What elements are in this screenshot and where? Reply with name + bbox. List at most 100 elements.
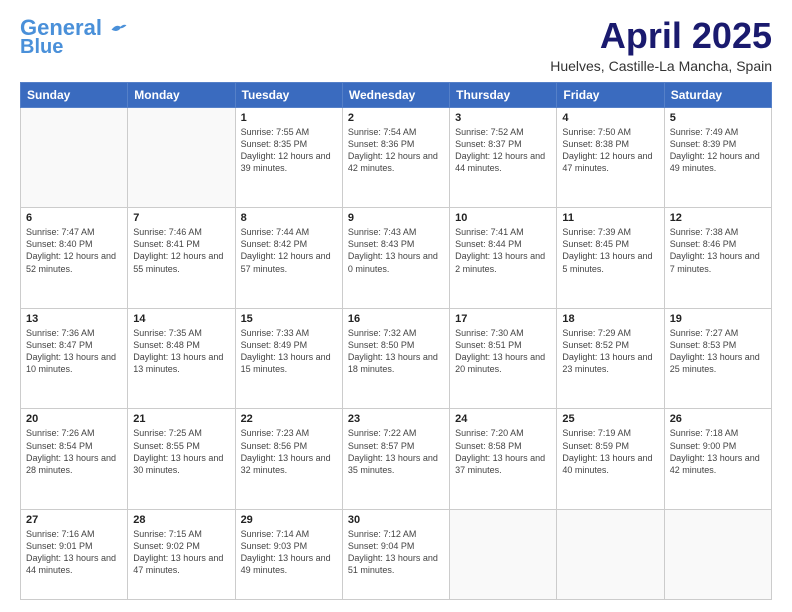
day-number: 16: [348, 313, 444, 325]
weekday-header-row: SundayMondayTuesdayWednesdayThursdayFrid…: [21, 82, 772, 107]
day-number: 29: [241, 514, 337, 526]
calendar-cell: [21, 107, 128, 208]
calendar-cell: [450, 509, 557, 599]
day-info: Sunrise: 7:15 AM Sunset: 9:02 PM Dayligh…: [133, 528, 229, 577]
calendar-cell: 15 Sunrise: 7:33 AM Sunset: 8:49 PM Dayli…: [235, 308, 342, 409]
calendar-cell: 5 Sunrise: 7:49 AM Sunset: 8:39 PM Daylig…: [664, 107, 771, 208]
calendar-page: General Blue April 2025 Huelves, Castill…: [0, 0, 792, 612]
day-number: 22: [241, 413, 337, 425]
day-info: Sunrise: 7:26 AM Sunset: 8:54 PM Dayligh…: [26, 427, 122, 476]
month-title: April 2025: [550, 16, 772, 56]
calendar-cell: 2Sunrise: 7:54 AM Sunset: 8:36 PM Daylig…: [342, 107, 449, 208]
day-info: Sunrise: 7:29 AM Sunset: 8:52 PM Dayligh…: [562, 327, 658, 376]
calendar-cell: 16Sunrise: 7:32 AM Sunset: 8:50 PM Dayli…: [342, 308, 449, 409]
logo-blue: Blue: [20, 36, 63, 58]
day-info: Sunrise: 7:22 AM Sunset: 8:57 PM Dayligh…: [348, 427, 444, 476]
calendar-cell: 21 Sunrise: 7:25 AM Sunset: 8:55 PM Dayli…: [128, 409, 235, 510]
calendar-cell: 18 Sunrise: 7:29 AM Sunset: 8:52 PM Dayli…: [557, 308, 664, 409]
calendar-cell: 20 Sunrise: 7:26 AM Sunset: 8:54 PM Dayli…: [21, 409, 128, 510]
day-info: Sunrise: 7:20 AM Sunset: 8:58 PM Dayligh…: [455, 427, 551, 476]
weekday-header-wednesday: Wednesday: [342, 82, 449, 107]
location-title: Huelves, Castille-La Mancha, Spain: [550, 58, 772, 74]
day-info: Sunrise: 7:52 AM Sunset: 8:37 PM Dayligh…: [455, 126, 551, 175]
day-info: Sunrise: 7:49 AM Sunset: 8:39 PM Dayligh…: [670, 126, 766, 175]
day-number: 30: [348, 514, 444, 526]
calendar-cell: 12 Sunrise: 7:38 AM Sunset: 8:46 PM Dayli…: [664, 208, 771, 309]
calendar-cell: [557, 509, 664, 599]
calendar-cell: 29Sunrise: 7:14 AM Sunset: 9:03 PM Dayli…: [235, 509, 342, 599]
day-info: Sunrise: 7:25 AM Sunset: 8:55 PM Dayligh…: [133, 427, 229, 476]
weekday-header-tuesday: Tuesday: [235, 82, 342, 107]
calendar-week-1: 1 Sunrise: 7:55 AM Sunset: 8:35 PM Daylig…: [21, 107, 772, 208]
day-number: 2: [348, 112, 444, 124]
calendar-cell: 11 Sunrise: 7:39 AM Sunset: 8:45 PM Dayli…: [557, 208, 664, 309]
weekday-header-thursday: Thursday: [450, 82, 557, 107]
day-number: 19: [670, 313, 766, 325]
calendar-week-3: 13 Sunrise: 7:36 AM Sunset: 8:47 PM Dayli…: [21, 308, 772, 409]
calendar-cell: 9 Sunrise: 7:43 AM Sunset: 8:43 PM Daylig…: [342, 208, 449, 309]
day-info: Sunrise: 7:18 AM Sunset: 9:00 PM Dayligh…: [670, 427, 766, 476]
calendar-cell: 17Sunrise: 7:30 AM Sunset: 8:51 PM Dayli…: [450, 308, 557, 409]
day-info: Sunrise: 7:50 AM Sunset: 8:38 PM Dayligh…: [562, 126, 658, 175]
day-number: 17: [455, 313, 551, 325]
calendar-cell: 8Sunrise: 7:44 AM Sunset: 8:42 PM Daylig…: [235, 208, 342, 309]
day-number: 26: [670, 413, 766, 425]
day-number: 20: [26, 413, 122, 425]
day-number: 11: [562, 212, 658, 224]
day-info: Sunrise: 7:16 AM Sunset: 9:01 PM Dayligh…: [26, 528, 122, 577]
calendar-cell: 7Sunrise: 7:46 AM Sunset: 8:41 PM Daylig…: [128, 208, 235, 309]
calendar-cell: [664, 509, 771, 599]
day-number: 9: [348, 212, 444, 224]
calendar-cell: 24Sunrise: 7:20 AM Sunset: 8:58 PM Dayli…: [450, 409, 557, 510]
calendar-cell: 3 Sunrise: 7:52 AM Sunset: 8:37 PM Daylig…: [450, 107, 557, 208]
day-info: Sunrise: 7:35 AM Sunset: 8:48 PM Dayligh…: [133, 327, 229, 376]
calendar-cell: 14 Sunrise: 7:35 AM Sunset: 8:48 PM Dayli…: [128, 308, 235, 409]
calendar-week-4: 20 Sunrise: 7:26 AM Sunset: 8:54 PM Dayli…: [21, 409, 772, 510]
day-number: 6: [26, 212, 122, 224]
day-info: Sunrise: 7:38 AM Sunset: 8:46 PM Dayligh…: [670, 226, 766, 275]
day-info: Sunrise: 7:43 AM Sunset: 8:43 PM Dayligh…: [348, 226, 444, 275]
day-number: 28: [133, 514, 229, 526]
calendar-cell: 13 Sunrise: 7:36 AM Sunset: 8:47 PM Dayli…: [21, 308, 128, 409]
day-number: 1: [241, 112, 337, 124]
day-info: Sunrise: 7:47 AM Sunset: 8:40 PM Dayligh…: [26, 226, 122, 275]
weekday-header-saturday: Saturday: [664, 82, 771, 107]
day-info: Sunrise: 7:55 AM Sunset: 8:35 PM Dayligh…: [241, 126, 337, 175]
calendar-cell: 30 Sunrise: 7:12 AM Sunset: 9:04 PM Dayli…: [342, 509, 449, 599]
day-number: 12: [670, 212, 766, 224]
day-number: 5: [670, 112, 766, 124]
day-number: 23: [348, 413, 444, 425]
day-info: Sunrise: 7:36 AM Sunset: 8:47 PM Dayligh…: [26, 327, 122, 376]
day-number: 21: [133, 413, 229, 425]
day-number: 8: [241, 212, 337, 224]
logo: General Blue: [20, 16, 128, 58]
header: General Blue April 2025 Huelves, Castill…: [20, 16, 772, 74]
calendar-cell: 4 Sunrise: 7:50 AM Sunset: 8:38 PM Daylig…: [557, 107, 664, 208]
calendar-cell: 26 Sunrise: 7:18 AM Sunset: 9:00 PM Dayli…: [664, 409, 771, 510]
day-info: Sunrise: 7:33 AM Sunset: 8:49 PM Dayligh…: [241, 327, 337, 376]
day-number: 25: [562, 413, 658, 425]
day-number: 18: [562, 313, 658, 325]
calendar-week-2: 6 Sunrise: 7:47 AM Sunset: 8:40 PM Daylig…: [21, 208, 772, 309]
logo-bird-icon: [110, 22, 128, 36]
day-info: Sunrise: 7:23 AM Sunset: 8:56 PM Dayligh…: [241, 427, 337, 476]
day-info: Sunrise: 7:12 AM Sunset: 9:04 PM Dayligh…: [348, 528, 444, 577]
calendar-table: SundayMondayTuesdayWednesdayThursdayFrid…: [20, 82, 772, 600]
day-info: Sunrise: 7:41 AM Sunset: 8:44 PM Dayligh…: [455, 226, 551, 275]
calendar-cell: 6 Sunrise: 7:47 AM Sunset: 8:40 PM Daylig…: [21, 208, 128, 309]
day-number: 13: [26, 313, 122, 325]
day-info: Sunrise: 7:19 AM Sunset: 8:59 PM Dayligh…: [562, 427, 658, 476]
day-number: 14: [133, 313, 229, 325]
calendar-cell: 10Sunrise: 7:41 AM Sunset: 8:44 PM Dayli…: [450, 208, 557, 309]
day-number: 15: [241, 313, 337, 325]
calendar-cell: 27 Sunrise: 7:16 AM Sunset: 9:01 PM Dayli…: [21, 509, 128, 599]
calendar-week-5: 27 Sunrise: 7:16 AM Sunset: 9:01 PM Dayli…: [21, 509, 772, 599]
day-info: Sunrise: 7:39 AM Sunset: 8:45 PM Dayligh…: [562, 226, 658, 275]
day-number: 27: [26, 514, 122, 526]
title-block: April 2025 Huelves, Castille-La Mancha, …: [550, 16, 772, 74]
calendar-cell: 22 Sunrise: 7:23 AM Sunset: 8:56 PM Dayli…: [235, 409, 342, 510]
calendar-cell: 19Sunrise: 7:27 AM Sunset: 8:53 PM Dayli…: [664, 308, 771, 409]
day-number: 3: [455, 112, 551, 124]
day-number: 4: [562, 112, 658, 124]
calendar-cell: 28 Sunrise: 7:15 AM Sunset: 9:02 PM Dayli…: [128, 509, 235, 599]
